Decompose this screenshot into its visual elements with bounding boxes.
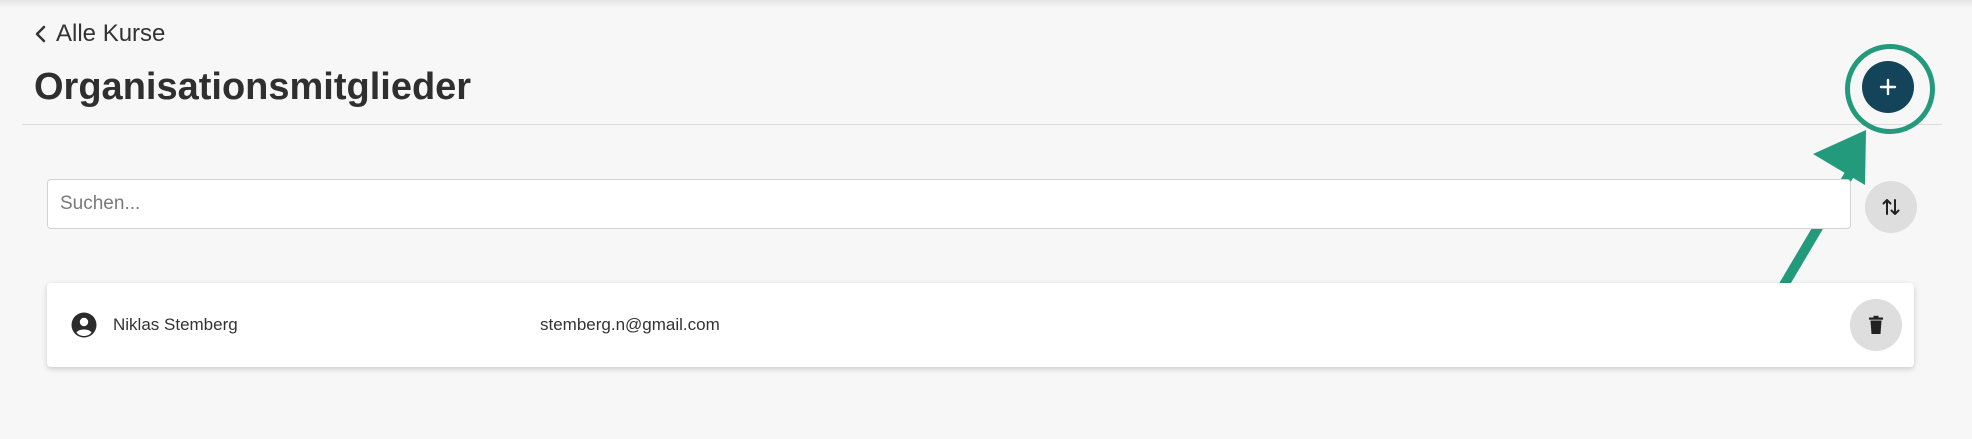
account-circle-icon: [71, 312, 97, 338]
member-name: Niklas Stemberg: [113, 315, 238, 334]
back-link-label: Alle Kurse: [56, 20, 166, 47]
add-member-button[interactable]: [1862, 61, 1914, 113]
member-row: Niklas Stemberg stemberg.n@gmail.com: [47, 283, 1914, 367]
sort-button[interactable]: [1865, 181, 1917, 233]
page-title: Organisationsmitglieder: [34, 66, 472, 108]
delete-member-button[interactable]: [1850, 299, 1902, 351]
sort-arrows-icon: [1882, 199, 1900, 215]
top-shadow: [0, 0, 1972, 8]
plus-icon: [1879, 78, 1897, 96]
trash-icon: [1869, 315, 1883, 334]
chevron-left-icon: [35, 25, 46, 43]
header-divider: [22, 124, 1942, 125]
search-input[interactable]: [47, 179, 1851, 229]
back-link[interactable]: Alle Kurse: [34, 18, 165, 50]
member-email: stemberg.n@gmail.com: [540, 315, 720, 334]
